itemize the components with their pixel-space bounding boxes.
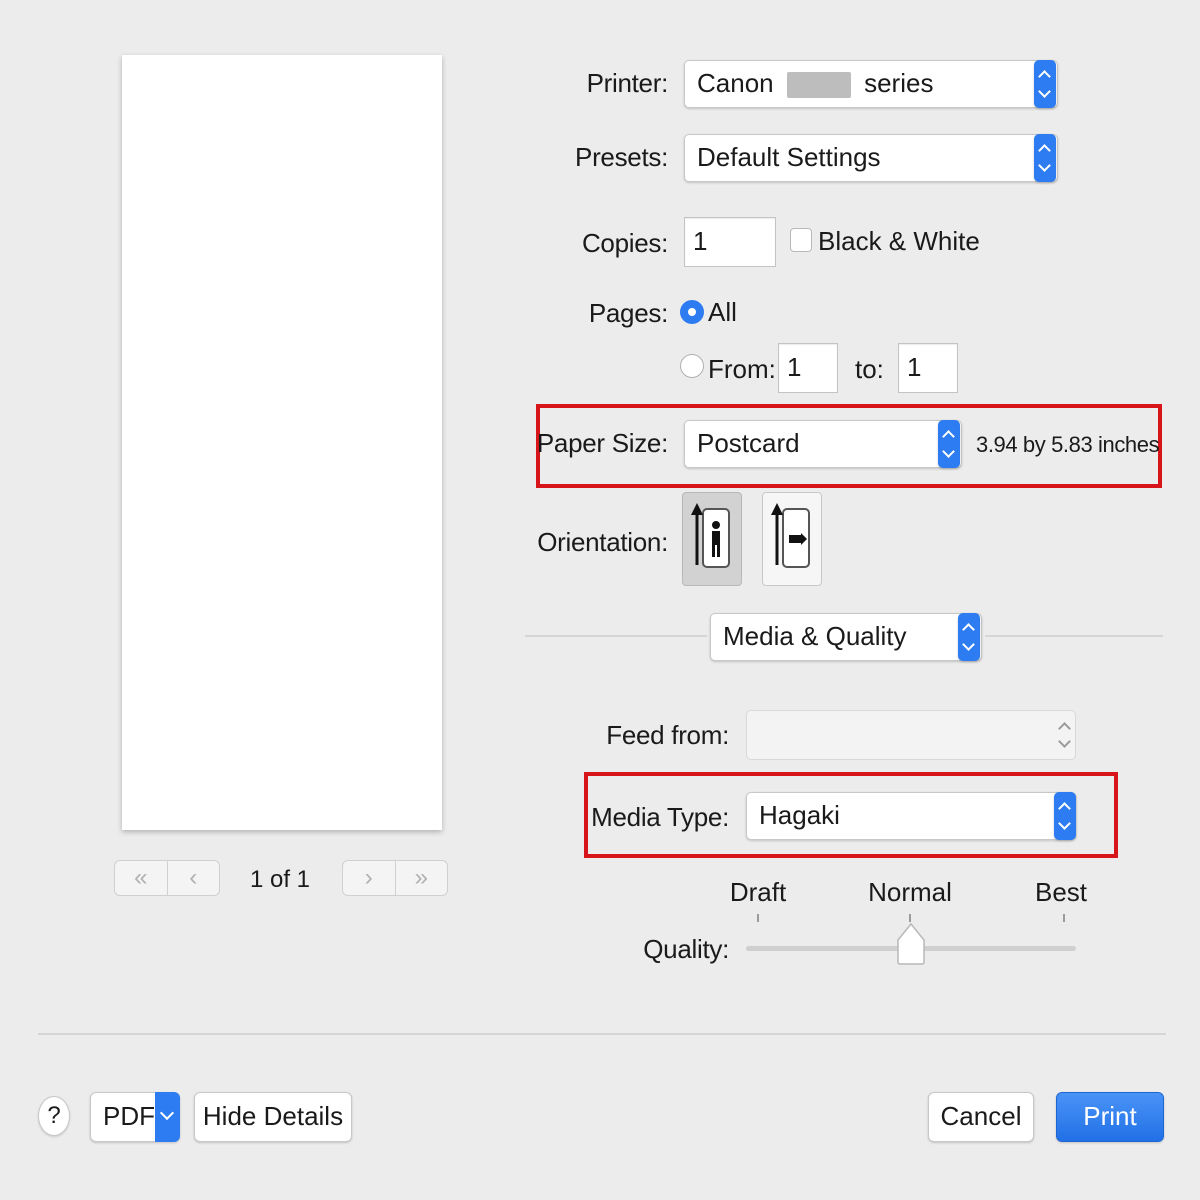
preview-nav-forward-group: › » bbox=[342, 860, 448, 896]
paper-size-label: Paper Size: bbox=[536, 428, 668, 458]
section-popup[interactable]: Media & Quality bbox=[710, 613, 982, 661]
cancel-button[interactable]: Cancel bbox=[928, 1092, 1034, 1142]
quality-tick-normal-label: Normal bbox=[868, 877, 952, 907]
paper-dimensions: 3.94 by 5.83 inches bbox=[976, 432, 1160, 457]
media-type-label: Media Type: bbox=[591, 802, 729, 832]
pages-from-radio[interactable] bbox=[680, 354, 704, 378]
pages-from-input[interactable]: 1 bbox=[778, 343, 838, 393]
quality-tick-normal bbox=[909, 914, 911, 922]
previous-page-button[interactable]: ‹ bbox=[166, 861, 220, 895]
quality-label: Quality: bbox=[643, 934, 729, 964]
feed-from-popup[interactable] bbox=[746, 710, 1076, 760]
quality-slider-thumb[interactable] bbox=[896, 922, 926, 966]
presets-label: Presets: bbox=[575, 142, 668, 172]
printer-stepper-icon[interactable] bbox=[1034, 60, 1056, 108]
black-white-checkbox[interactable] bbox=[790, 228, 812, 252]
orientation-portrait-button[interactable] bbox=[682, 492, 742, 586]
print-button[interactable]: Print bbox=[1056, 1092, 1164, 1142]
orientation-landscape-button[interactable] bbox=[762, 492, 822, 586]
orientation-label: Orientation: bbox=[537, 527, 668, 557]
printer-model-redacted bbox=[786, 72, 851, 99]
last-page-button[interactable]: » bbox=[394, 861, 448, 895]
section-stepper-icon[interactable] bbox=[958, 613, 980, 661]
first-page-button[interactable]: « bbox=[115, 861, 167, 895]
pages-all-radio[interactable] bbox=[680, 300, 704, 324]
paper-size-stepper-icon[interactable] bbox=[938, 420, 960, 468]
quality-tick-draft-label: Draft bbox=[729, 877, 787, 907]
pages-from-label: From: bbox=[708, 354, 776, 384]
footer-divider bbox=[38, 1033, 1166, 1035]
pages-label: Pages: bbox=[588, 298, 668, 328]
feed-from-label: Feed from: bbox=[606, 720, 729, 750]
quality-tick-draft bbox=[757, 914, 759, 922]
quality-tick-best bbox=[1063, 914, 1065, 922]
copies-input[interactable]: 1 bbox=[684, 217, 776, 267]
printer-popup[interactable]: Canon series bbox=[684, 60, 1058, 108]
preview-page bbox=[122, 55, 442, 830]
black-white-label: Black & White bbox=[818, 226, 980, 256]
help-button[interactable]: ? bbox=[38, 1096, 70, 1136]
page-indicator: 1 of 1 bbox=[249, 866, 311, 893]
printer-name-suffix: series bbox=[864, 68, 934, 98]
presets-stepper-icon[interactable] bbox=[1034, 134, 1056, 182]
pages-to-input[interactable]: 1 bbox=[898, 343, 958, 393]
section-divider-right bbox=[985, 635, 1163, 637]
next-page-button[interactable]: › bbox=[343, 861, 395, 895]
portrait-orientation-icon bbox=[691, 503, 730, 568]
pdf-label: PDF bbox=[103, 1101, 155, 1131]
pages-to-label: to: bbox=[855, 354, 884, 384]
copies-label: Copies: bbox=[581, 228, 668, 258]
pdf-chevron-down-icon[interactable] bbox=[155, 1092, 180, 1142]
radio-dot-icon bbox=[688, 308, 696, 316]
quality-tick-best-label: Best bbox=[1034, 877, 1088, 907]
printer-label: Printer: bbox=[586, 68, 669, 98]
preview-nav-back-group: « ‹ bbox=[114, 860, 220, 896]
help-icon: ? bbox=[47, 1102, 61, 1129]
hide-details-button[interactable]: Hide Details bbox=[194, 1092, 352, 1142]
section-divider-left bbox=[525, 635, 707, 637]
paper-size-popup[interactable]: Postcard bbox=[684, 420, 962, 468]
media-type-popup[interactable]: Hagaki bbox=[746, 792, 1076, 840]
presets-popup[interactable]: Default Settings bbox=[684, 134, 1058, 182]
printer-name-prefix: Canon bbox=[697, 68, 774, 98]
media-type-stepper-icon[interactable] bbox=[1054, 792, 1076, 840]
feed-from-stepper-icon[interactable] bbox=[1054, 712, 1076, 758]
landscape-orientation-icon bbox=[771, 503, 810, 568]
pages-all-label: All bbox=[708, 297, 737, 327]
